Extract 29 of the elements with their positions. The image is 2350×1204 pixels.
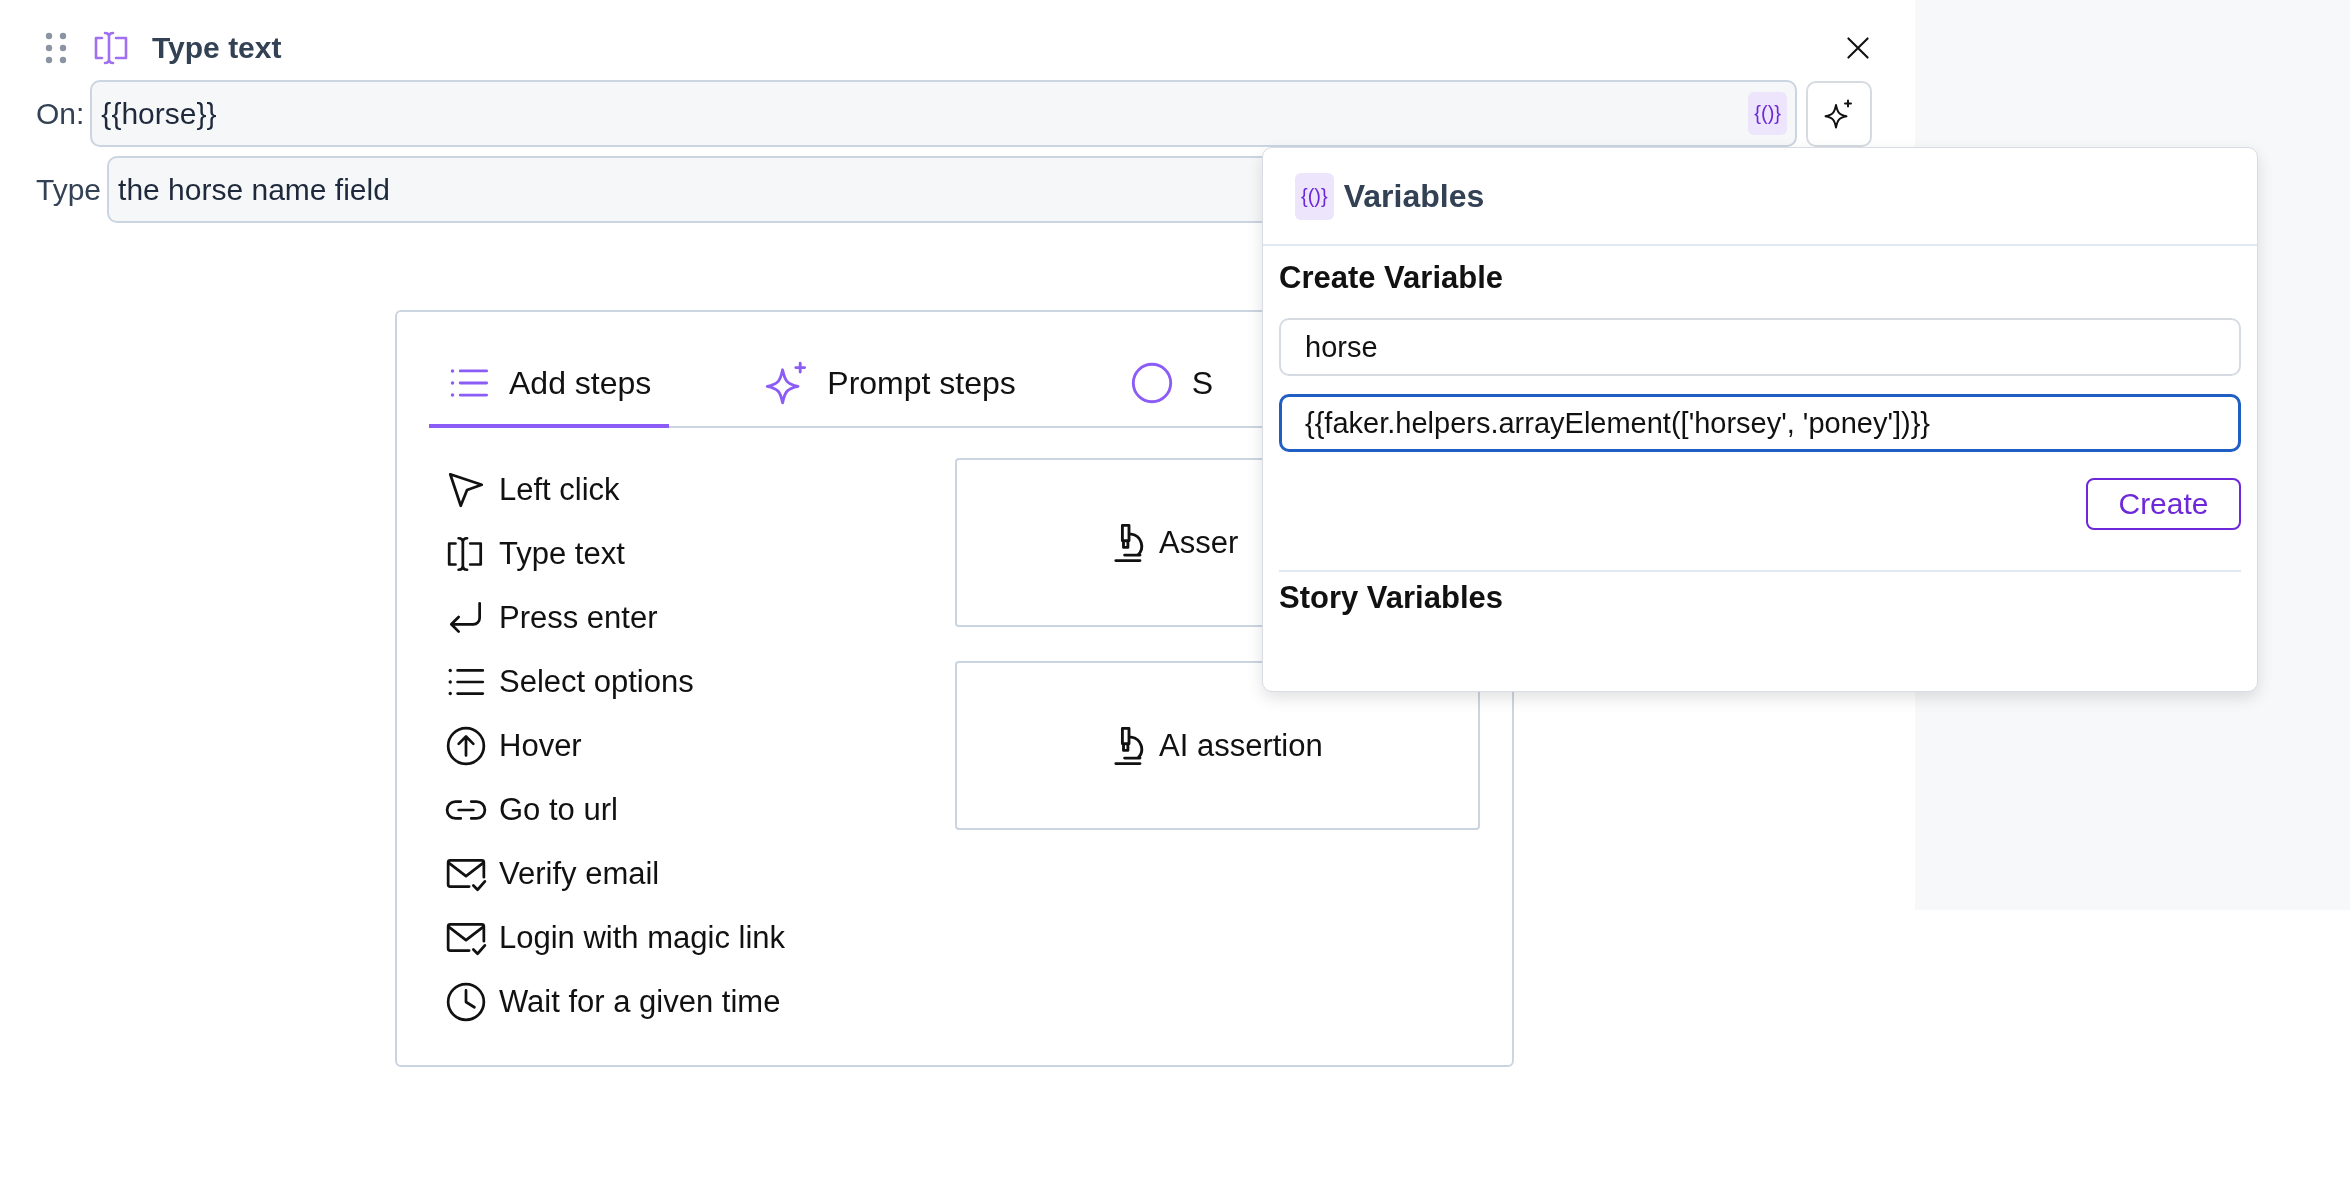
tab[interactable]: Prompt steps (747, 342, 1034, 428)
clock-icon (445, 981, 487, 1023)
step-option[interactable]: Select options (499, 664, 694, 700)
variables-icon: {()} (1295, 172, 1334, 220)
circle-icon (1129, 361, 1174, 405)
on-label: On: (36, 96, 85, 131)
step-title: Type text (152, 31, 282, 65)
name-field[interactable]: horse (1279, 318, 2241, 376)
step-option[interactable]: Login with magic link (499, 920, 786, 956)
step-option[interactable]: Left click (499, 472, 620, 508)
arrow-up-circle-icon (445, 725, 487, 767)
section-heading: Create Variable (1279, 259, 1505, 296)
create-button[interactable]: Create (2086, 478, 2241, 530)
tab[interactable]: Add steps (429, 342, 670, 428)
step-option[interactable]: Wait for a given time (499, 984, 781, 1020)
variables-button[interactable]: {()} (1748, 92, 1787, 135)
popup-title: Variables (1343, 177, 1485, 215)
sparkle-icon (1824, 98, 1854, 129)
step-option[interactable]: Type text (499, 536, 625, 572)
target-field[interactable]: {{horse}} {()} (90, 80, 1797, 147)
type-label: Type (36, 172, 102, 207)
step-option[interactable]: Verify email (499, 856, 660, 892)
step-option[interactable]: Press enter (499, 600, 658, 636)
step-option[interactable]: Go to url (499, 792, 618, 828)
ai-button[interactable] (1806, 80, 1872, 147)
assertion-card[interactable]: AI assertion (955, 661, 1480, 830)
value-field[interactable]: {{faker.helpers.arrayElement(['horsey', 'poney'])}} (1279, 394, 2241, 452)
tab[interactable]: S (1111, 342, 1232, 428)
step-option[interactable]: Hover (499, 728, 582, 764)
